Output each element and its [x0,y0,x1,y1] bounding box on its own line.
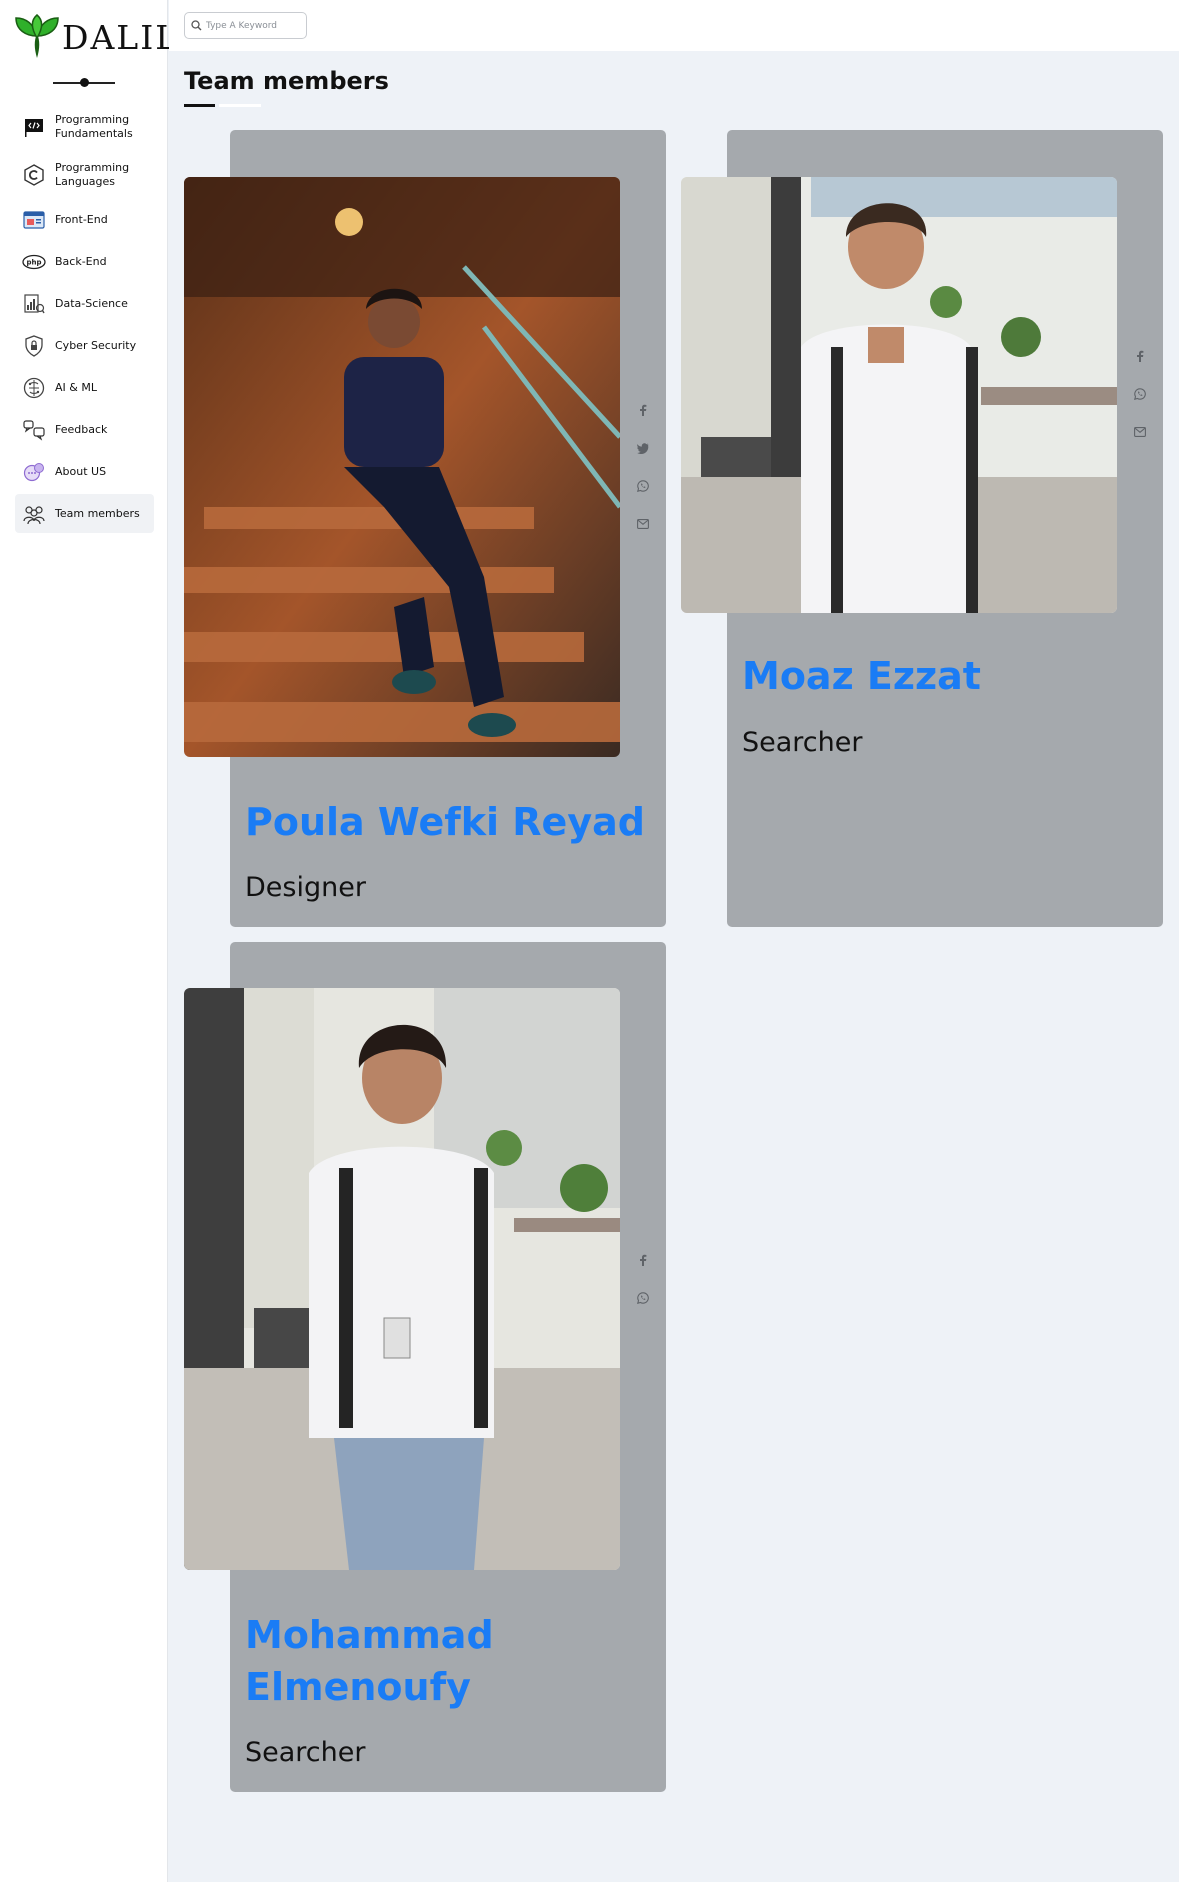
sidebar-item-programming-fundamentals[interactable]: Programming Fundamentals [15,104,154,149]
sidebar-item-cyber-security[interactable]: Cyber Security [15,326,154,365]
sidebar-item-front-end[interactable]: Front-End [15,200,154,239]
social-links [1133,349,1147,463]
twitter-icon[interactable] [636,441,650,455]
facebook-icon[interactable] [636,1253,650,1267]
sidebar-item-about-us[interactable]: About US [15,452,154,491]
member-role: Designer [245,872,366,903]
sidebar-item-ai-ml[interactable]: AI & ML [15,368,154,407]
member-name-line: Elmenoufy [245,1665,471,1709]
clover-logo-icon [15,14,59,58]
member-photo [184,988,620,1570]
data-science-icon [22,292,46,316]
search-icon [191,20,202,31]
browser-window-icon [22,208,46,232]
mail-icon[interactable] [1133,425,1147,439]
sidebar-item-label: About US [55,464,107,478]
whatsapp-icon[interactable] [636,479,650,493]
member-name: Mohammad Elmenoufy [245,1609,494,1713]
feedback-icon [22,418,46,442]
shield-lock-icon [22,334,46,358]
c-language-icon [22,163,46,187]
top-bar [169,0,1179,51]
whatsapp-icon[interactable] [1133,387,1147,401]
member-name-line: Mohammad [245,1613,494,1657]
svg-text:php: php [26,258,41,266]
sidebar-item-label: Cyber Security [55,338,137,352]
sidebar-item-label: Front-End [55,212,108,226]
member-photo [184,177,620,757]
sidebar-item-label: Data-Science [55,296,128,310]
facebook-icon[interactable] [636,403,650,417]
about-icon [22,460,46,484]
search-box[interactable] [184,12,307,39]
mail-icon[interactable] [636,517,650,531]
sidebar-item-feedback[interactable]: Feedback [15,410,154,449]
sidebar: DALIL Programming Fundamentals Programmin… [0,0,177,1882]
logo-text: DALIL [62,17,180,57]
sidebar-item-label: Languages [55,174,116,188]
sidebar-item-team-members[interactable]: Team members [15,494,154,533]
sidebar-item-back-end[interactable]: php Back-End [15,242,154,281]
php-icon: php [22,250,46,274]
sidebar-item-label: Programming [55,112,130,126]
page-title: Team members [184,67,389,95]
brain-chip-icon [22,376,46,400]
member-photo-image [184,177,620,757]
sidebar-item-label: Team members [55,506,140,520]
member-photo-image [184,988,620,1570]
member-role: Searcher [742,727,863,758]
social-links [636,403,650,555]
member-photo [681,177,1117,613]
member-role: Searcher [245,1737,366,1768]
whatsapp-icon[interactable] [636,1291,650,1305]
social-links [636,1253,650,1329]
sidebar-nav: Programming Fundamentals Programming Langu… [15,104,154,536]
team-icon [22,502,46,526]
sidebar-item-label: Fundamentals [55,126,133,140]
sidebar-item-label: Back-End [55,254,107,268]
sidebar-item-label: Feedback [55,422,108,436]
code-flag-icon [22,115,46,139]
sidebar-item-label: Programming [55,160,130,174]
logo-divider [53,78,115,87]
sidebar-item-label: AI & ML [55,380,97,394]
member-name: Moaz Ezzat [742,654,981,698]
member-name: Poula Wefki Reyad [245,800,645,844]
sidebar-item-data-science[interactable]: Data-Science [15,284,154,323]
search-input[interactable] [206,20,302,31]
facebook-icon[interactable] [1133,349,1147,363]
member-photo-image [681,177,1117,613]
brand-logo[interactable]: DALIL [14,14,179,60]
sidebar-item-programming-languages[interactable]: Programming Languages [15,152,154,197]
